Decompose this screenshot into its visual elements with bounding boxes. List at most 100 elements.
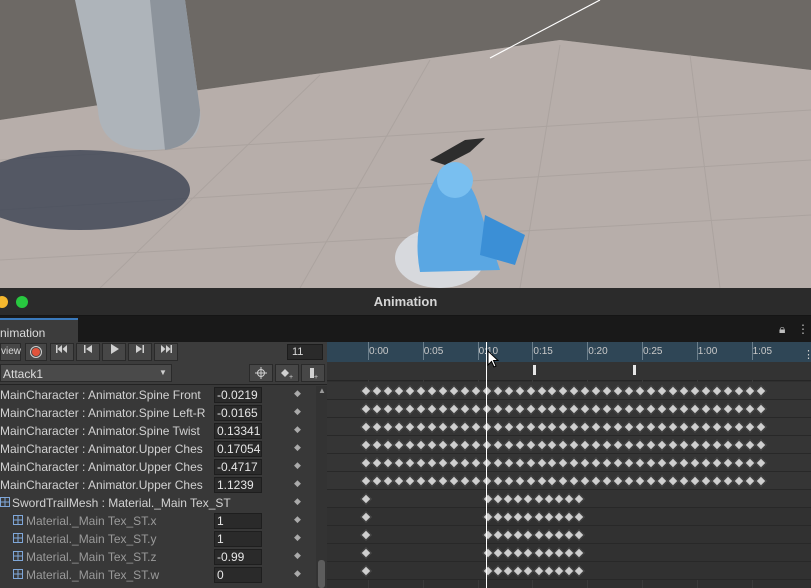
first-key-button[interactable] <box>50 343 74 361</box>
record-button[interactable] <box>25 343 47 361</box>
keyframe[interactable] <box>360 439 372 451</box>
keyframe[interactable] <box>415 457 427 469</box>
keyframe[interactable] <box>573 511 585 523</box>
keyframe[interactable] <box>623 439 635 451</box>
keyframe[interactable] <box>689 439 701 451</box>
keyframe[interactable] <box>437 475 449 487</box>
keyframe[interactable] <box>491 403 504 415</box>
keyframe[interactable] <box>711 457 723 469</box>
keyframe[interactable] <box>678 457 690 469</box>
keyframe[interactable] <box>459 421 471 433</box>
keyframe[interactable] <box>426 439 438 451</box>
keyframe[interactable] <box>733 385 745 397</box>
keyframe[interactable] <box>700 385 712 397</box>
keyframe[interactable] <box>404 403 416 415</box>
keyframe[interactable] <box>711 421 723 433</box>
add-event-button[interactable]: + <box>301 364 325 382</box>
keyframe[interactable] <box>700 439 712 451</box>
property-value[interactable]: 1 <box>214 531 262 547</box>
tab-animation[interactable]: nimation <box>0 318 78 342</box>
keyframe[interactable] <box>590 457 603 469</box>
keyframe[interactable] <box>667 457 679 469</box>
keyframe[interactable] <box>524 439 537 451</box>
keyframe[interactable] <box>360 565 372 577</box>
property-value[interactable]: 0.17054 <box>214 441 262 457</box>
keyframe[interactable] <box>459 457 471 469</box>
dopesheet[interactable]: 0:000:050:100:150:200:251:001:05 ⋮ <box>327 342 811 588</box>
keyframe[interactable] <box>711 439 723 451</box>
keyframe[interactable] <box>502 475 515 487</box>
keyframe-diamond-icon[interactable]: ◆ <box>294 496 301 507</box>
keyframe[interactable] <box>524 457 537 469</box>
keyframe[interactable] <box>382 439 394 451</box>
keyframe[interactable] <box>711 475 723 487</box>
keyframe[interactable] <box>645 475 657 487</box>
keyframe[interactable] <box>459 439 471 451</box>
track-row[interactable] <box>327 508 811 526</box>
add-keyframe-dot-button[interactable] <box>249 364 273 382</box>
track-row[interactable] <box>327 418 811 436</box>
property-value[interactable]: 1 <box>214 513 262 529</box>
track-row[interactable] <box>327 544 811 562</box>
keyframe[interactable] <box>404 457 416 469</box>
keyframe[interactable] <box>415 475 427 487</box>
keyframe-tracks[interactable] <box>327 380 811 588</box>
keyframe[interactable] <box>491 475 504 487</box>
keyframe[interactable] <box>612 457 624 469</box>
scroll-thumb[interactable] <box>318 560 325 588</box>
timeline-ruler[interactable]: 0:000:050:100:150:200:251:001:05 <box>327 342 811 362</box>
keyframe[interactable] <box>722 475 734 487</box>
keyframe[interactable] <box>667 403 679 415</box>
keyframe[interactable] <box>502 421 515 433</box>
scroll-up-icon[interactable]: ▲ <box>318 386 326 395</box>
keyframe[interactable] <box>360 385 372 397</box>
keyframe[interactable] <box>733 403 745 415</box>
keyframe[interactable] <box>656 421 668 433</box>
keyframe[interactable] <box>360 403 372 415</box>
keyframe[interactable] <box>733 457 745 469</box>
lock-icon[interactable]: 🔒︎ <box>779 322 785 337</box>
keyframe[interactable] <box>470 475 482 487</box>
keyframe[interactable] <box>656 439 668 451</box>
keyframe[interactable] <box>689 421 701 433</box>
keyframe[interactable] <box>524 421 537 433</box>
keyframe[interactable] <box>371 475 383 487</box>
keyframe[interactable] <box>513 421 526 433</box>
keyframe[interactable] <box>667 439 679 451</box>
keyframe[interactable] <box>393 475 405 487</box>
keyframe[interactable] <box>382 385 394 397</box>
keyframe[interactable] <box>459 385 471 397</box>
keyframe[interactable] <box>371 403 383 415</box>
keyframe[interactable] <box>689 385 701 397</box>
more-icon[interactable]: ⋮ <box>797 322 809 336</box>
property-row[interactable]: MainCharacter : Animator.Spine Front -0.… <box>0 386 327 404</box>
keyframe[interactable] <box>590 421 603 433</box>
keyframe[interactable] <box>382 457 394 469</box>
keyframe[interactable] <box>755 457 767 469</box>
last-key-button[interactable] <box>154 343 178 361</box>
keyframe[interactable] <box>656 475 668 487</box>
keyframe[interactable] <box>755 475 767 487</box>
keyframe[interactable] <box>623 403 635 415</box>
track-row[interactable] <box>327 382 811 400</box>
keyframe[interactable] <box>634 385 646 397</box>
keyframe[interactable] <box>700 457 712 469</box>
keyframe[interactable] <box>470 385 482 397</box>
keyframe[interactable] <box>744 385 756 397</box>
keyframe[interactable] <box>744 457 756 469</box>
keyframe[interactable] <box>437 457 449 469</box>
keyframe[interactable] <box>612 385 624 397</box>
keyframe[interactable] <box>437 403 449 415</box>
keyframe[interactable] <box>678 439 690 451</box>
keyframe[interactable] <box>393 439 405 451</box>
keyframe-diamond-icon[interactable]: ◆ <box>294 406 301 417</box>
keyframe[interactable] <box>448 421 460 433</box>
keyframe[interactable] <box>448 475 460 487</box>
keyframe[interactable] <box>360 421 372 433</box>
keyframe-diamond-icon[interactable]: ◆ <box>294 460 301 471</box>
group-row[interactable]: SwordTrailMesh : Material._Main Tex_ST ◆ <box>0 494 327 512</box>
keyframe[interactable] <box>656 403 668 415</box>
property-value[interactable]: -0.0165 <box>214 405 262 421</box>
scene-viewport[interactable] <box>0 0 811 288</box>
keyframe[interactable] <box>612 475 624 487</box>
